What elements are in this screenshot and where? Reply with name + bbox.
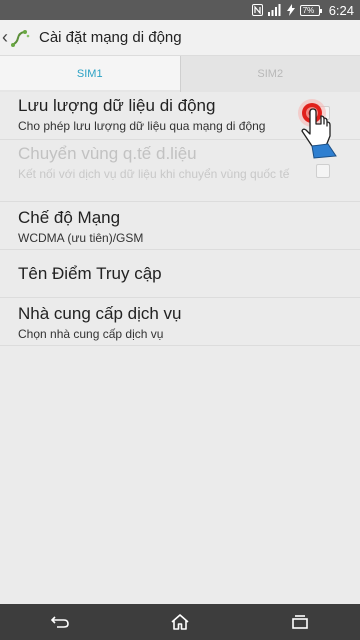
status-bar: 7% 6:24	[0, 0, 360, 20]
nav-back-button[interactable]	[35, 604, 85, 640]
setting-title: Nhà cung cấp dịch vụ	[18, 304, 182, 323]
chevron-left-icon: ‹	[2, 27, 8, 47]
network-mode-setting[interactable]: Chế độ Mạng WCDMA (ưu tiên)/GSM	[0, 202, 360, 250]
recents-icon	[292, 615, 308, 629]
data-roaming-checkbox	[316, 164, 330, 178]
up-navigation-button[interactable]: ‹	[0, 20, 39, 56]
nfc-icon	[251, 4, 263, 16]
setting-summary: Cho phép lưu lượng dữ liệu qua mạng di đ…	[18, 119, 266, 133]
tab-sim2[interactable]: SIM2	[180, 56, 360, 92]
setting-summary: Kết nối với dịch vụ dữ liệu khi chuyển v…	[18, 167, 290, 181]
network-operators-setting[interactable]: Nhà cung cấp dịch vụ Chọn nhà cung cấp d…	[0, 298, 360, 346]
action-bar: ‹ Cài đặt mạng di động	[0, 20, 360, 56]
signal-icon	[267, 4, 282, 16]
mobile-data-setting[interactable]: Lưu lượng dữ liệu di động Cho phép lưu l…	[0, 92, 360, 140]
setting-summary: Chọn nhà cung cấp dịch vụ	[18, 327, 164, 341]
clock: 6:24	[328, 2, 354, 18]
data-roaming-setting: Chuyển vùng q.tế d.liệu Kết nối với dịch…	[0, 140, 360, 202]
back-icon	[50, 616, 69, 628]
home-icon	[171, 614, 189, 630]
setting-title: Chế độ Mạng	[18, 208, 121, 227]
navigation-bar	[0, 604, 360, 640]
network-settings-icon	[11, 29, 30, 47]
nav-recents-button[interactable]	[275, 604, 325, 640]
tab-sim1[interactable]: SIM1	[0, 56, 181, 92]
setting-title: Lưu lượng dữ liệu di động	[18, 96, 216, 115]
setting-summary: WCDMA (ưu tiên)/GSM	[18, 231, 144, 245]
nav-home-button[interactable]	[155, 604, 205, 640]
access-point-names-setting[interactable]: Tên Điểm Truy cập	[0, 250, 360, 298]
battery-indicator: 7%	[299, 4, 322, 16]
sim-tabs: SIM1 SIM2	[0, 56, 360, 92]
charging-icon	[286, 4, 295, 16]
settings-list: Lưu lượng dữ liệu di động Cho phép lưu l…	[0, 92, 360, 346]
mobile-data-checkbox[interactable]	[316, 106, 330, 120]
setting-title: Tên Điểm Truy cập	[18, 264, 162, 283]
setting-title: Chuyển vùng q.tế d.liệu	[18, 144, 197, 163]
page-title: Cài đặt mạng di động	[39, 29, 182, 46]
